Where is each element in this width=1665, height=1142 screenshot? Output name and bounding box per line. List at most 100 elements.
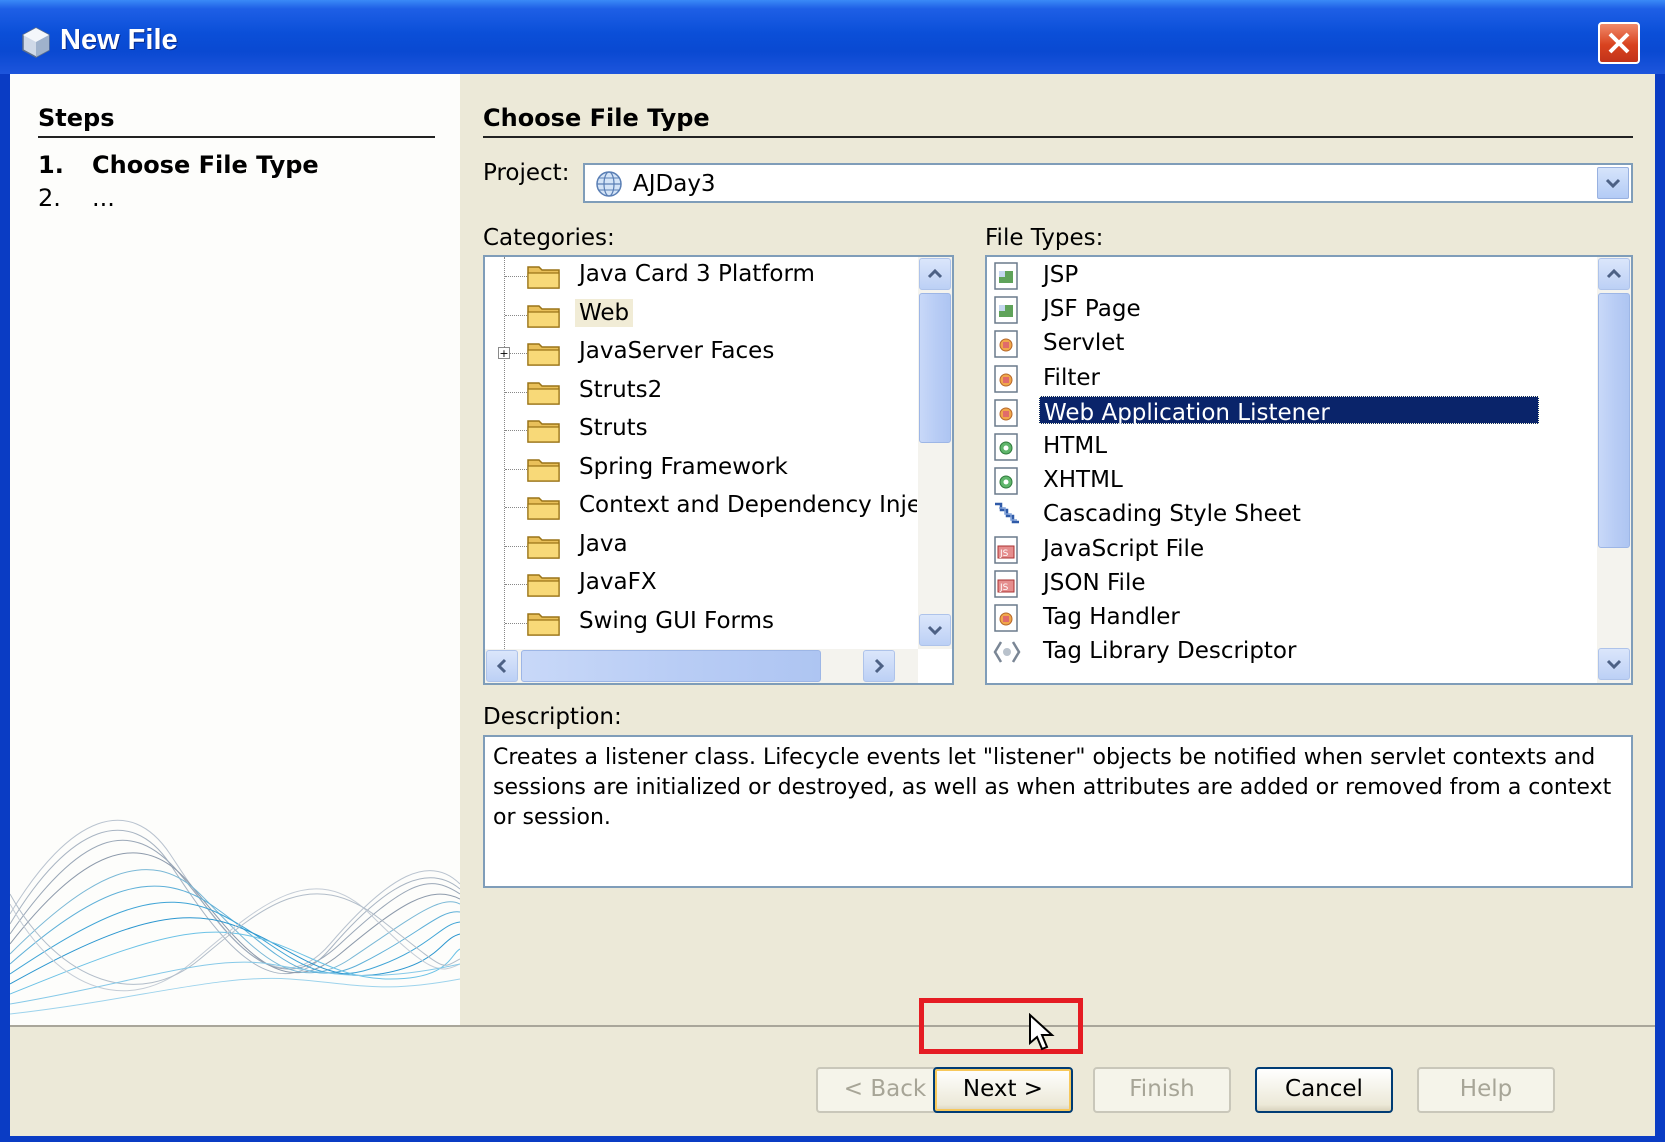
category-label: JavaServer Faces xyxy=(579,338,775,364)
next-button[interactable]: Next > xyxy=(933,1067,1073,1113)
decorative-wave-graphic xyxy=(10,819,460,1015)
categories-vertical-scrollbar[interactable] xyxy=(918,257,952,649)
scroll-left-button[interactable] xyxy=(486,650,518,682)
finish-button[interactable]: Finish xyxy=(1093,1067,1231,1113)
file-type-item[interactable]: Web Application Listener xyxy=(987,395,1567,429)
category-label: Java xyxy=(579,530,628,557)
cancel-button[interactable]: Cancel xyxy=(1255,1067,1393,1113)
scroll-right-button[interactable] xyxy=(863,650,895,682)
file-types-list[interactable]: JSP JSF Page Servlet Filter Web Application … xyxy=(985,255,1633,685)
scroll-down-button[interactable] xyxy=(1598,648,1630,680)
jsp-file-icon xyxy=(994,262,1018,290)
scroll-thumb[interactable] xyxy=(919,293,951,443)
category-label: Spring Framework xyxy=(579,453,788,480)
tree-guide-line xyxy=(505,468,527,470)
categories-list: Java Card 3 Platform Web + JavaServer Faces… xyxy=(485,257,917,649)
step-label: Choose File Type xyxy=(92,151,319,179)
main-heading: Choose File Type xyxy=(483,104,1633,138)
folder-icon xyxy=(527,266,560,289)
close-button[interactable] xyxy=(1598,22,1640,64)
file-type-item[interactable]: Cascading Style Sheet xyxy=(987,497,1567,531)
file-types-vertical-scrollbar[interactable] xyxy=(1597,257,1631,683)
chevron-left-icon xyxy=(496,658,507,674)
category-item[interactable]: JavaFX xyxy=(485,565,905,603)
folder-icon xyxy=(527,574,560,597)
scroll-down-button[interactable] xyxy=(919,614,951,646)
mouse-pointer-icon xyxy=(1029,1013,1055,1051)
step-number: 1. xyxy=(38,151,64,179)
file-type-item[interactable]: HTML xyxy=(987,429,1567,463)
folder-icon xyxy=(527,612,560,636)
category-item[interactable]: Context and Dependency Inje xyxy=(485,488,917,526)
tree-guide-line xyxy=(505,430,527,431)
tree-guide-line xyxy=(505,584,527,585)
category-item[interactable]: Swing GUI Forms xyxy=(485,604,905,642)
file-type-item[interactable]: JSF Page xyxy=(987,292,1567,326)
folder-icon xyxy=(527,420,560,443)
chevron-up-icon xyxy=(927,268,943,279)
file-type-item[interactable]: JS JSON File xyxy=(987,566,1567,600)
category-item[interactable]: + JavaServer Faces xyxy=(485,334,905,372)
scroll-up-button[interactable] xyxy=(919,258,951,290)
file-type-label: JSP xyxy=(1043,262,1079,288)
file-type-item[interactable]: Filter xyxy=(987,361,1567,395)
tree-guide-line xyxy=(505,276,527,277)
category-item[interactable]: Java Card 3 Platform xyxy=(485,257,905,295)
category-label: JavaFX xyxy=(579,569,657,595)
steps-panel: Steps 1. Choose File Type 2. ... xyxy=(10,74,460,1025)
title-bar[interactable]: New File xyxy=(0,0,1665,74)
project-dropdown-button[interactable] xyxy=(1597,167,1629,199)
category-label: Java Card 3 Platform xyxy=(579,261,815,287)
file-type-label: HTML xyxy=(1043,433,1108,459)
category-item[interactable]: Struts2 xyxy=(485,373,905,411)
expand-plus-icon[interactable]: + xyxy=(498,347,510,359)
java-class-file-icon xyxy=(994,330,1018,359)
css-file-icon xyxy=(995,503,1019,524)
folder-icon xyxy=(527,458,560,482)
file-type-label: Servlet xyxy=(1043,330,1125,357)
category-item[interactable]: Struts xyxy=(485,411,905,449)
html-file-icon xyxy=(994,467,1018,495)
tree-guide-line xyxy=(505,545,527,547)
file-type-item[interactable]: Tag Library Descriptor xyxy=(987,634,1567,668)
category-item[interactable]: Java xyxy=(485,527,905,565)
category-label: Context and Dependency Inje xyxy=(579,492,917,518)
chevron-down-icon xyxy=(1605,178,1621,189)
categories-tree[interactable]: Java Card 3 Platform Web + JavaServer Faces… xyxy=(483,255,954,685)
folder-icon xyxy=(527,535,560,559)
java-class-file-icon xyxy=(994,604,1018,632)
java-class-file-icon xyxy=(994,399,1018,427)
help-button[interactable]: Help xyxy=(1417,1067,1555,1113)
categories-label: Categories: xyxy=(483,225,615,251)
project-dropdown[interactable]: AJDay3 xyxy=(583,163,1633,203)
step-label: ... xyxy=(92,184,115,212)
tld-file-icon xyxy=(993,641,1021,663)
new-file-dialog: New File Steps 1. Choose File Type 2. ..… xyxy=(0,0,1665,1142)
file-type-item[interactable]: JS JavaScript File xyxy=(987,532,1567,566)
tree-guide-line xyxy=(505,622,527,624)
scroll-thumb[interactable] xyxy=(1598,293,1630,548)
file-type-label: Tag Handler xyxy=(1043,604,1180,630)
dialog-body: Steps 1. Choose File Type 2. ... Choose … xyxy=(10,74,1655,1136)
html-file-icon xyxy=(994,433,1018,461)
file-type-item[interactable]: Servlet xyxy=(987,326,1567,360)
category-item[interactable]: Spring Framework xyxy=(485,450,905,488)
file-type-item[interactable]: Tag Handler xyxy=(987,600,1567,634)
file-type-label: JSF Page xyxy=(1043,296,1141,323)
category-label: Swing GUI Forms xyxy=(579,607,774,634)
description-text: Creates a listener class. Lifecycle even… xyxy=(483,735,1633,888)
file-type-item[interactable]: XHTML xyxy=(987,463,1567,497)
category-item[interactable]: Web xyxy=(485,296,905,334)
file-type-item[interactable]: JSP xyxy=(987,258,1567,292)
step-number: 2. xyxy=(38,184,61,212)
scroll-up-button[interactable] xyxy=(1598,258,1630,290)
folder-icon xyxy=(527,304,560,328)
steps-heading: Steps xyxy=(38,104,435,138)
close-icon xyxy=(1608,32,1630,54)
file-type-label: Cascading Style Sheet xyxy=(1043,501,1301,528)
scroll-thumb[interactable] xyxy=(521,650,821,682)
folder-icon xyxy=(527,381,560,405)
js-file-icon: JS xyxy=(994,535,1018,564)
categories-horizontal-scrollbar[interactable] xyxy=(485,649,918,683)
file-type-label: JavaScript File xyxy=(1043,535,1205,562)
